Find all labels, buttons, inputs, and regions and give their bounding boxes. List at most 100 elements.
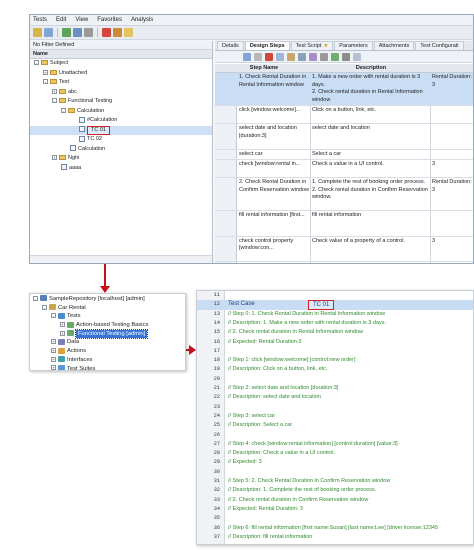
tree-folder[interactable]: + Unattached [30,69,212,79]
link-icon[interactable] [113,28,122,37]
code-line[interactable]: 22 // Description: select date and locati… [197,393,473,402]
code-line[interactable]: 12 Test Case TC 01 [197,300,473,310]
repo-tree-item[interactable]: - Car Rental [30,304,185,313]
horizontal-scrollbar[interactable] [30,255,212,263]
column-header-step-name[interactable]: Step Name [237,64,291,73]
code-line[interactable]: 35 [197,514,473,523]
tab-test-script[interactable]: Test Script ★ [290,41,334,50]
tab-design-steps[interactable]: Design Steps [244,41,290,50]
code-line[interactable]: 17 [197,347,473,356]
expand-toggle-icon[interactable]: - [52,98,57,104]
code-line[interactable]: 15 // 2. Check rental duration in Rental … [197,328,473,337]
new-folder-icon[interactable] [33,28,42,37]
tree-folder[interactable]: - Test [30,78,212,88]
tab-details[interactable]: Details [217,41,244,50]
expand-toggle-icon[interactable]: - [51,313,56,319]
menu-item-tests[interactable]: Tests [33,17,47,23]
code-line[interactable]: 27 // Step 4: check [window:rental inform… [197,440,473,449]
menu-item-edit[interactable]: Edit [56,17,66,23]
step-row[interactable]: check [window:rental in... Check a value … [215,160,473,178]
call-test-icon[interactable] [331,52,339,61]
expand-toggle-icon[interactable]: + [51,356,56,362]
menu-item-analysis[interactable]: Analysis [131,17,153,23]
tree-folder[interactable]: - Functional Testing [30,97,212,107]
test-case-name[interactable]: TC 01 [308,300,335,310]
code-line[interactable]: 19 // Description: Click on a button, lin… [197,365,473,374]
tab-parameters[interactable]: Parameters [334,41,373,50]
step-row[interactable]: 1. Check Rental Duration in Rental Infor… [215,73,473,106]
parameter-icon[interactable] [309,52,317,61]
step-row[interactable]: fill rental information [first... fill re… [215,211,473,237]
code-line[interactable]: 14 // Description: 1. Make a new order wi… [197,319,473,328]
expand-toggle-icon[interactable]: + [51,348,56,354]
expand-toggle-icon[interactable]: - [34,60,39,66]
code-line[interactable]: 24 // Step 3: select car [197,412,473,421]
tree-column-header[interactable]: Name [30,50,212,59]
tree-test-item[interactable]: Calculation [30,145,212,155]
step-row[interactable]: check control property [window:con... Che… [215,237,473,262]
filter-icon[interactable] [73,28,82,37]
tab-attachments[interactable]: Attachments [373,41,415,50]
expand-toggle-icon[interactable]: + [60,322,65,328]
expand-toggle-icon[interactable]: + [43,69,48,75]
code-line[interactable]: 28 // Description: Check a value in a UI … [197,449,473,458]
code-line[interactable]: 37 // Description: fill rental informatio… [197,533,473,542]
repo-tree-item[interactable]: + Action-based Testing Basics [30,321,185,330]
tree-folder[interactable]: - Calculation [30,107,212,117]
code-line[interactable]: 30 [197,468,473,477]
step-row[interactable]: 2. Check Rental Duration in Confirm Rese… [215,178,473,211]
paste-step-icon[interactable] [287,52,295,61]
columns-icon[interactable] [353,52,361,61]
expand-toggle-icon[interactable]: - [42,304,47,310]
delete-step-icon[interactable] [265,52,273,61]
tree-test-item[interactable]: TC 01 [30,125,212,135]
zoom-icon[interactable] [342,52,350,61]
code-line[interactable]: 33 // 2. Check rental duration in Confirm… [197,496,473,505]
tree-folder[interactable]: - Subject [30,59,212,69]
expand-toggle-icon[interactable]: + [51,365,56,370]
column-header-expected[interactable]: E [437,64,473,73]
code-line[interactable]: 13 // Step 0: 1. Check Rental Duration in… [197,310,473,319]
code-line[interactable]: 23 [197,403,473,412]
find-step-icon[interactable] [320,52,328,61]
repo-tree-item[interactable]: + Data [30,338,185,347]
tab-test-configurati[interactable]: Test Configurati [415,41,464,50]
expand-toggle-icon[interactable]: - [33,295,38,301]
code-line[interactable]: 26 [197,431,473,440]
expand-toggle-icon[interactable]: - [43,79,48,85]
tree-test-item[interactable]: TC 02 [30,135,212,145]
code-line[interactable]: 25 // Description: Select a car [197,421,473,430]
expand-toggle-icon[interactable]: + [60,330,65,336]
step-row[interactable]: select date and location [duration:3] sel… [215,124,473,150]
code-line[interactable]: 34 // Expected: Rental Duration: 3 [197,505,473,514]
step-row[interactable]: click [window:confirm...Click on a butto… [215,262,473,263]
repo-tree-item[interactable]: - SampleRepository [localhost] [admin] [30,295,185,304]
find-icon[interactable] [84,28,93,37]
new-step-icon[interactable] [243,52,251,61]
expand-toggle-icon[interactable]: + [51,339,56,345]
code-line[interactable]: 32 // Description: 1. Complete the rest o… [197,486,473,495]
menu-item-favorites[interactable]: Favorites [97,17,122,23]
code-line[interactable]: 31 // Step 5: 2. Check Rental Duration in… [197,477,473,486]
code-line[interactable]: 16 // Expected: Rental Duration:3 [197,338,473,347]
mail-icon[interactable] [124,28,133,37]
menu-item-view[interactable]: View [75,17,88,23]
expand-toggle-icon[interactable]: + [52,155,57,161]
repo-tree-item[interactable]: + Interfaces [30,356,185,365]
column-header-description[interactable]: Description [311,64,431,73]
tree-folder[interactable]: + Nghi [30,154,212,164]
code-line[interactable]: 11 [197,291,473,300]
edit-step-icon[interactable] [254,52,262,61]
repo-tree-item[interactable]: + Functional Testing [admin] [30,328,185,340]
step-row[interactable]: select car Select a car [215,150,473,160]
refresh-icon[interactable] [62,28,71,37]
renumber-icon[interactable] [298,52,306,61]
copy-step-icon[interactable] [276,52,284,61]
tree-test-item[interactable]: aaaa [30,164,212,174]
expand-toggle-icon[interactable]: + [52,88,57,94]
flag-icon[interactable] [102,28,111,37]
repo-tree-item[interactable]: + Test Suites [30,364,185,370]
code-line[interactable]: 20 [197,375,473,384]
code-line[interactable]: 18 // Step 1: click [window:welcome] [con… [197,356,473,365]
repo-tree-item[interactable]: + Actions [30,347,185,356]
